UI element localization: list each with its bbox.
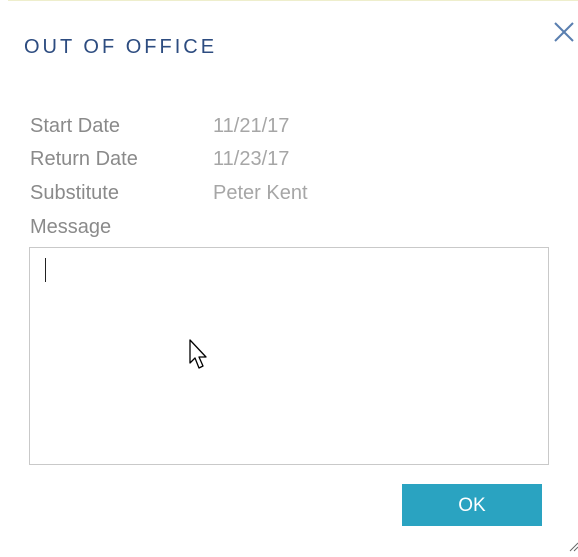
close-button[interactable] — [553, 21, 575, 43]
start-date-value: 11/21/17 — [213, 115, 290, 137]
substitute-value: Peter Kent — [213, 182, 308, 204]
start-date-label: Start Date — [30, 115, 121, 137]
resize-grip-icon[interactable] — [569, 539, 578, 557]
message-label: Message — [30, 216, 112, 238]
mouse-pointer-icon — [189, 339, 209, 376]
substitute-label: Substitute — [30, 182, 119, 204]
ok-button[interactable]: OK — [402, 484, 542, 526]
dialog-title: OUT OF OFFICE — [24, 36, 218, 58]
out-of-office-dialog: OUT OF OFFICE Start Date 11/21/17 Return… — [8, 0, 578, 552]
backdrop-edge — [0, 0, 8, 552]
close-icon — [554, 22, 574, 42]
text-caret — [45, 258, 46, 282]
return-date-label: Return Date — [30, 148, 138, 170]
return-date-value: 11/23/17 — [213, 148, 290, 170]
message-textarea[interactable] — [29, 247, 549, 465]
